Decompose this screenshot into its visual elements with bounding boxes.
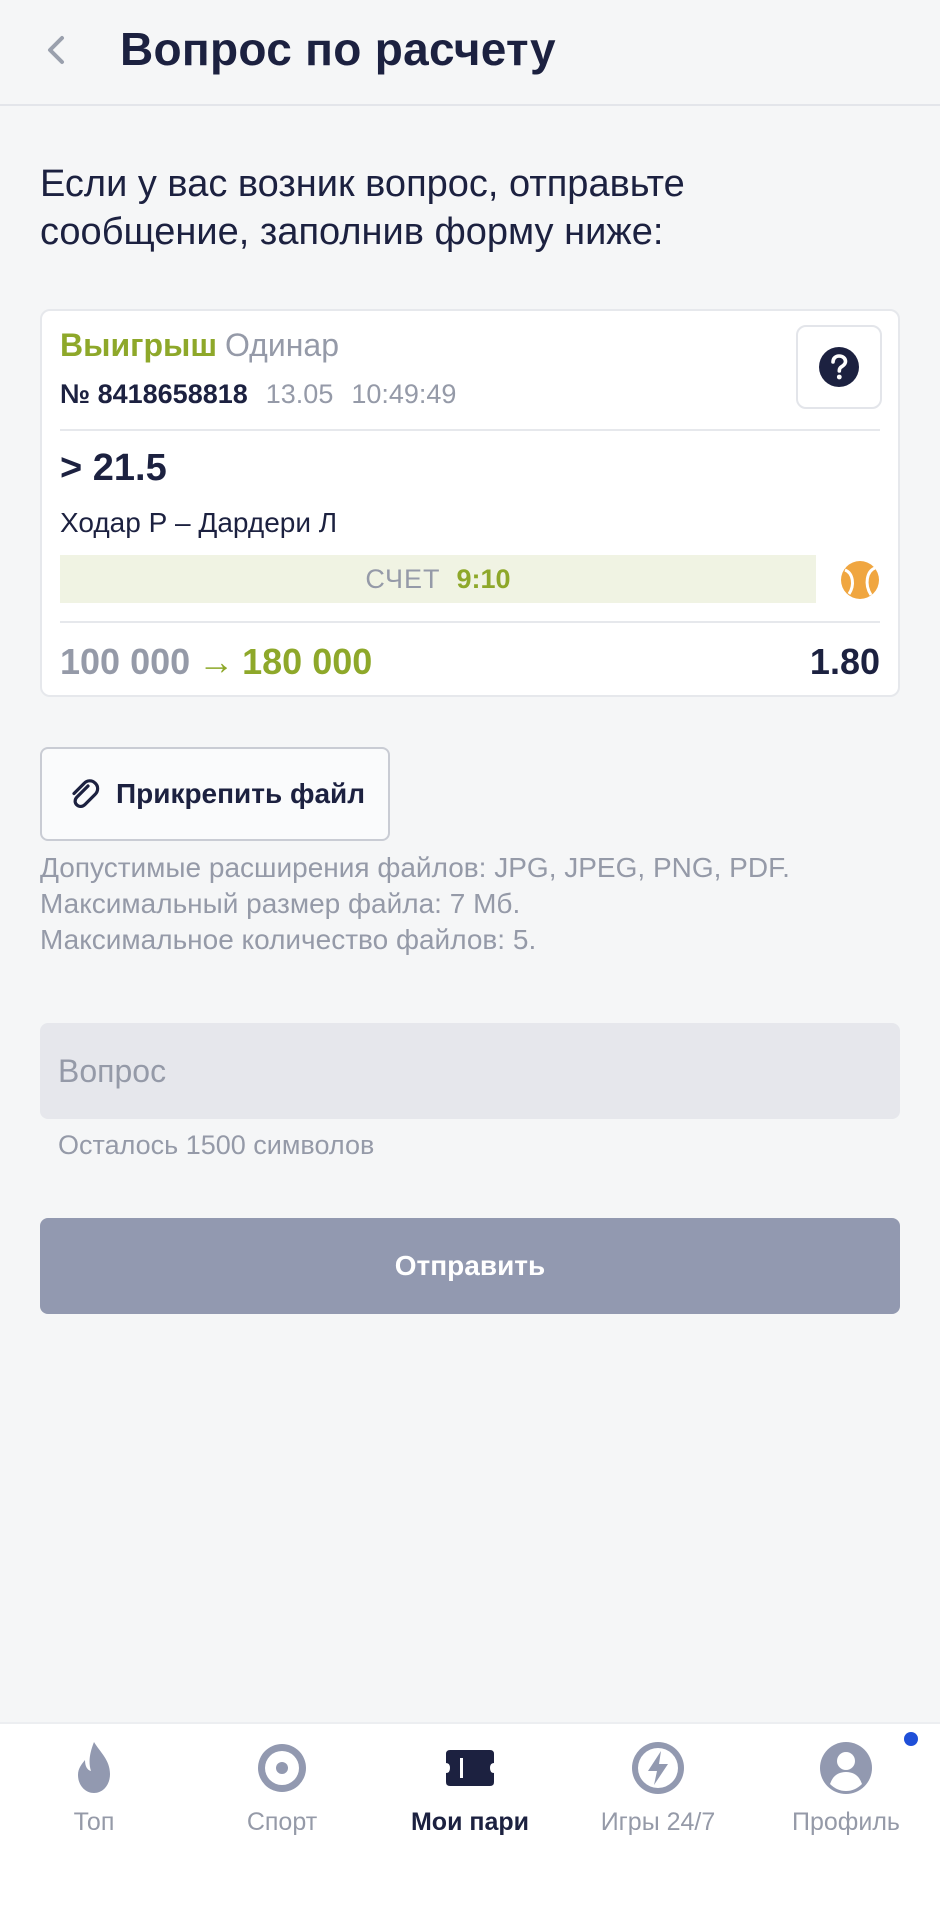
tab-games[interactable]: Игры 24/7 [564, 1738, 752, 1837]
tab-label: Мои пари [410, 1808, 530, 1836]
chars-left-counter: Осталось 1500 символов [58, 1130, 375, 1160]
bet-type: Одинар [224, 327, 339, 363]
tab-my-bets[interactable]: Мои пари [376, 1738, 564, 1837]
file-requirements: Допустимые расширения файлов: JPG, JPEG,… [40, 850, 790, 958]
app-header: Вопрос по расчету [0, 0, 940, 106]
card-divider [60, 621, 880, 623]
back-chevron-icon[interactable] [36, 30, 76, 70]
tab-sport[interactable]: Спорт [188, 1738, 376, 1837]
attach-file-label: Прикрепить файл [116, 778, 366, 809]
tab-label: Профиль [792, 1808, 900, 1836]
user-icon [820, 1742, 872, 1794]
bet-time: 10:49:49 [351, 379, 457, 409]
score-label: СЧЕТ [365, 563, 441, 594]
bet-number: № 8418658818 [60, 379, 248, 409]
tab-label: Спорт [246, 1808, 318, 1836]
bottom-tab-bar: Топ Спорт Мои пари Игры 24/7 Профиль [0, 1722, 940, 1922]
flame-icon [78, 1742, 110, 1793]
help-button[interactable] [796, 325, 882, 409]
score-bar: СЧЕТ 9:10 [60, 555, 816, 603]
card-divider [60, 429, 880, 431]
tab-profile[interactable]: Профиль [752, 1738, 940, 1837]
bet-date: 13.05 [265, 379, 334, 409]
bet-event: Ходар Р – Дардери Л [60, 507, 338, 538]
tennis-ball-icon [841, 561, 879, 599]
tab-label: Топ [73, 1808, 115, 1836]
page-title: Вопрос по расчету [120, 23, 556, 75]
paperclip-icon [72, 779, 100, 809]
attach-file-button[interactable]: Прикрепить файл [40, 747, 390, 841]
stake-amount: 100 000 [60, 641, 191, 682]
score-value: 9:10 [456, 563, 511, 594]
stake-line: 100 000 → 180 000 [60, 641, 372, 683]
bet-card: Выигрыш Одинар № 8418658818 13.05 10:49:49 … [40, 309, 900, 697]
notification-dot [904, 1732, 918, 1746]
file-size-line: Максимальный размер файла: 7 Мб. [40, 888, 521, 919]
file-extensions-line: Допустимые расширения файлов: JPG, JPEG,… [40, 852, 790, 883]
bet-outcome: > 21.5 [60, 447, 167, 489]
question-input[interactable] [40, 1023, 900, 1119]
lightning-icon [632, 1742, 684, 1794]
bet-odds: 1.80 [809, 641, 880, 682]
tab-label: Игры 24/7 [600, 1808, 716, 1836]
intro-text: Если у вас возник вопрос, отправьте сооб… [40, 163, 685, 253]
submit-button[interactable]: Отправить [40, 1218, 900, 1314]
file-count-line: Максимальное количество файлов: 5. [40, 924, 537, 955]
target-icon [258, 1744, 306, 1792]
ticket-icon [446, 1750, 494, 1786]
arrow-right-icon: → [198, 641, 235, 682]
bet-meta: № 8418658818 13.05 10:49:49 [60, 379, 456, 410]
bet-status-line: Выигрыш Одинар [60, 327, 339, 364]
tab-top[interactable]: Топ [0, 1738, 188, 1837]
payout-amount: 180 000 [242, 641, 373, 682]
question-circle-icon [819, 347, 859, 387]
bet-status: Выигрыш [60, 327, 217, 363]
